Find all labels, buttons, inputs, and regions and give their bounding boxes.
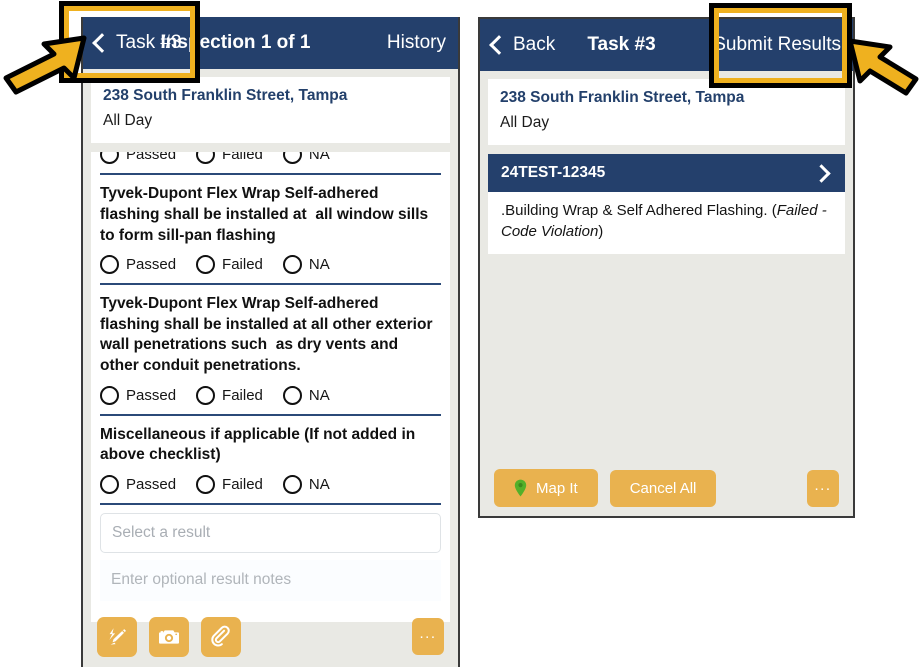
radio-label: Passed (126, 475, 177, 493)
radio-circle-icon (282, 255, 302, 275)
radio-label: Failed (222, 152, 263, 164)
radio-label: NA (308, 386, 330, 404)
radio-option-passed[interactable]: Passed (100, 385, 177, 405)
left-back-button[interactable]: Task #3 (83, 32, 181, 54)
radio-group[interactable]: Passed Failed NA (100, 468, 441, 503)
radio-group[interactable]: Passed Failed NA (100, 152, 441, 173)
left-navbar: Task #3 Inspection 1 of 1 History (83, 17, 458, 69)
radio-option-na[interactable]: NA (282, 474, 330, 494)
annotation-arrow-left (0, 34, 88, 101)
right-address-line1: 238 South Franklin Street, Tampa (500, 89, 745, 106)
right-back-button[interactable]: Back (480, 34, 555, 56)
radio-label: Failed (222, 256, 263, 274)
result-inputs: Select a result Enter optional result no… (91, 505, 450, 601)
radio-option-failed[interactable]: Failed (196, 474, 263, 494)
annotation-arrow-right (846, 35, 920, 102)
chevron-left-icon (489, 34, 509, 55)
radio-option-passed[interactable]: Passed (100, 152, 177, 165)
checklist-item: Tyvek-Dupont Flex Wrap Self-adhered flas… (91, 285, 450, 416)
left-overflow-button[interactable]: ... (412, 618, 444, 655)
left-address-card: 238 South Franklin Street, Tampa All Day (91, 77, 450, 144)
results-list: 24TEST-12345 .Building Wrap & Self Adher… (488, 154, 845, 254)
radio-option-na[interactable]: NA (282, 385, 330, 405)
left-address-line1: 238 South Franklin Street, Tampa (103, 87, 348, 104)
radio-circle-icon (100, 152, 119, 165)
radio-circle-icon (196, 474, 216, 494)
chevron-right-icon (812, 164, 831, 183)
radio-circle-icon (100, 255, 119, 275)
history-button[interactable]: History (387, 32, 458, 54)
result-summary-suffix: ) (598, 222, 604, 240)
radio-label: NA (308, 256, 330, 274)
radio-circle-icon (282, 385, 302, 405)
right-back-label: Back (513, 34, 556, 55)
left-phone-panel: Task #3 Inspection 1 of 1 History 238 So… (81, 17, 460, 667)
result-id: 24TEST-12345 (501, 164, 606, 182)
result-summary-prefix: .Building Wrap & Self Adhered Flashing. … (501, 202, 777, 220)
right-phone-panel: Back Task #3 Submit Results 238 South Fr… (478, 17, 855, 518)
right-address-card: 238 South Franklin Street, Tampa All Day (488, 79, 845, 146)
radio-circle-icon (196, 152, 216, 165)
radio-option-passed[interactable]: Passed (100, 255, 177, 275)
radio-label: NA (308, 475, 330, 493)
submit-results-button[interactable]: Submit Results (713, 34, 853, 56)
attachment-button[interactable] (201, 616, 241, 657)
radio-circle-icon (282, 474, 302, 494)
radio-label: NA (308, 152, 330, 164)
signature-button[interactable] (97, 616, 137, 657)
checklist-question: Tyvek-Dupont Flex Wrap Self-adhered flas… (100, 185, 433, 244)
checklist-question: Tyvek-Dupont Flex Wrap Self-adhered flas… (100, 295, 437, 375)
checklist-question: Miscellaneous if applicable (If not adde… (100, 425, 420, 464)
right-bottom-toolbar: Map It Cancel All ... (480, 460, 853, 516)
radio-circle-icon (282, 152, 302, 165)
camera-icon (157, 625, 181, 649)
radio-option-failed[interactable]: Failed (196, 152, 263, 165)
radio-group[interactable]: Passed Failed NA (100, 248, 441, 283)
result-select[interactable]: Select a result (100, 512, 441, 553)
radio-circle-icon (196, 255, 216, 275)
left-address-line2: All Day (103, 111, 153, 129)
radio-option-failed[interactable]: Failed (196, 255, 263, 275)
radio-label: Failed (222, 475, 263, 493)
paperclip-icon (209, 625, 233, 649)
result-row-header[interactable]: 24TEST-12345 (488, 154, 845, 193)
radio-option-na[interactable]: NA (282, 255, 330, 275)
radio-option-na[interactable]: NA (282, 152, 330, 165)
radio-label: Failed (222, 386, 263, 404)
checklist-item: Tyvek-Dupont Flex Wrap Self-adhered flas… (91, 175, 450, 286)
radio-label: Passed (126, 152, 177, 164)
checklist-scroll-area[interactable]: Passed Failed NA Tyvek-Dupont Flex Wrap … (91, 152, 450, 623)
left-back-label: Task #3 (116, 32, 182, 53)
radio-circle-icon (100, 474, 119, 494)
radio-group[interactable]: Passed Failed NA (100, 379, 441, 414)
radio-label: Passed (126, 386, 177, 404)
radio-option-passed[interactable]: Passed (100, 474, 177, 494)
radio-circle-icon (196, 385, 216, 405)
chevron-left-icon (92, 32, 112, 53)
right-navbar: Back Task #3 Submit Results (480, 19, 853, 71)
radio-circle-icon (100, 385, 119, 405)
map-it-label: Map It (536, 479, 578, 497)
result-notes-input[interactable]: Enter optional result notes (100, 559, 441, 601)
map-it-button[interactable]: Map It (494, 469, 598, 507)
right-overflow-button[interactable]: ... (807, 469, 839, 507)
map-pin-icon (514, 479, 527, 497)
cancel-all-button[interactable]: Cancel All (609, 469, 717, 507)
checklist-item: Miscellaneous if applicable (If not adde… (91, 416, 450, 505)
result-summary: .Building Wrap & Self Adhered Flashing. … (488, 192, 845, 254)
radio-label: Passed (126, 256, 177, 274)
right-address-line2: All Day (500, 113, 550, 131)
camera-button[interactable] (149, 616, 189, 657)
pen-signature-icon (105, 625, 129, 649)
radio-option-failed[interactable]: Failed (196, 385, 263, 405)
left-bottom-toolbar: ... (83, 606, 458, 667)
checklist-item: Passed Failed NA (91, 152, 450, 176)
